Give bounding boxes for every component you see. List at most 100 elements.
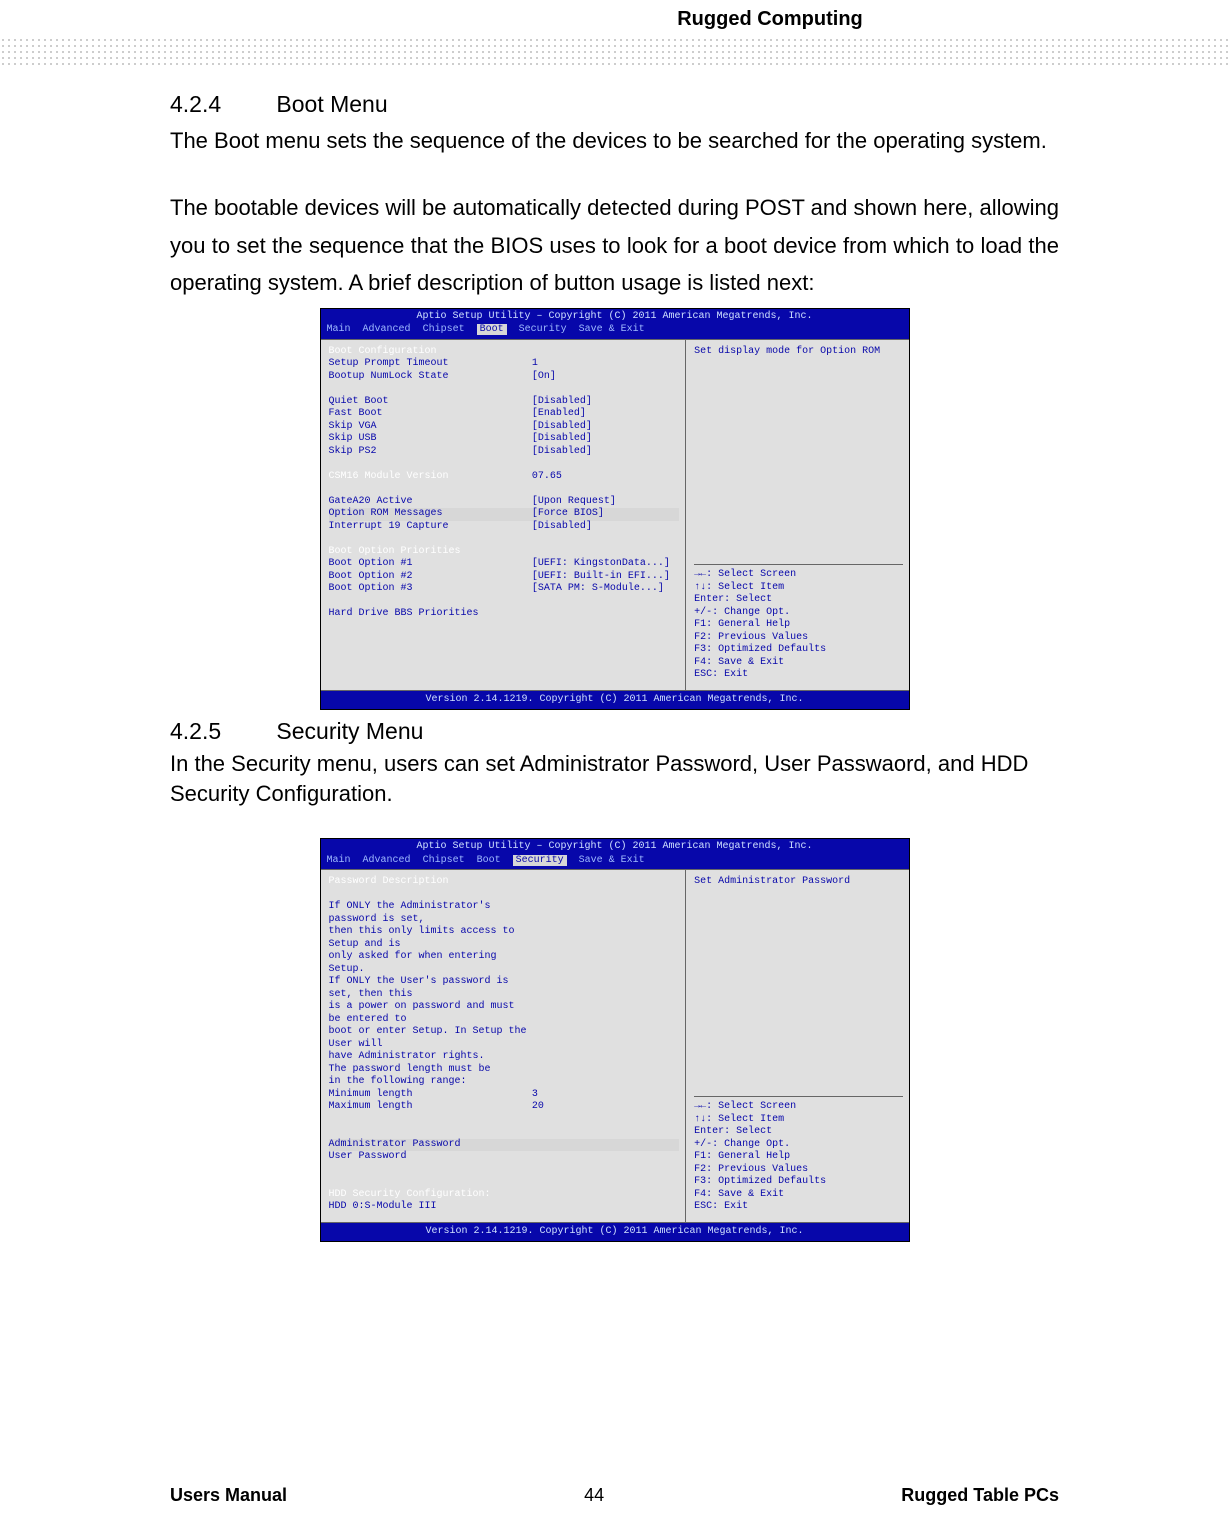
bios-row: Boot Configuration <box>329 346 680 359</box>
bios-title: Aptio Setup Utility – Copyright (C) 2011… <box>321 309 909 324</box>
header-stipple <box>0 37 1229 65</box>
bios-key <box>329 1114 532 1127</box>
tab-boot: Boot <box>477 855 501 866</box>
bios-value <box>532 1126 679 1139</box>
section-heading-security: 4.2.5 Security Menu <box>170 718 1059 745</box>
help-l1: →←: Select Screen <box>694 1101 902 1114</box>
bios-key: Interrupt 19 Capture <box>329 521 532 534</box>
bios-row: CSM16 Module Version07.65 <box>329 471 680 484</box>
bios-row <box>329 533 680 546</box>
bios-row: Boot Option #2[UEFI: Built-in EFI...] <box>329 571 680 584</box>
bios-value <box>532 383 679 396</box>
bios-help-top: Set display mode for Option ROM <box>694 346 902 359</box>
bios-key: Boot Option #1 <box>329 558 532 571</box>
bios-row: User Password <box>329 1151 680 1164</box>
bios-row: If ONLY the User's password is set, then… <box>329 976 680 1001</box>
section-num: 4.2.5 <box>170 718 270 745</box>
bios-key: GateA20 Active <box>329 496 532 509</box>
bios-key: Maximum length <box>329 1101 532 1114</box>
tab-advanced: Advanced <box>363 855 411 866</box>
help-l7: F3: Optimized Defaults <box>694 644 902 657</box>
bios-key <box>329 483 532 496</box>
bios-right-panel: Set Administrator Password →←: Select Sc… <box>685 870 908 1222</box>
bios-value <box>532 1176 679 1189</box>
bios-row: then this only limits access to Setup an… <box>329 926 680 951</box>
bios-row: Skip USB[Disabled] <box>329 433 680 446</box>
bios-key: have Administrator rights. <box>329 1051 532 1064</box>
bios-left-panel: Password Description If ONLY the Adminis… <box>321 870 686 1222</box>
tab-advanced: Advanced <box>363 324 411 335</box>
bios-row: Maximum length20 <box>329 1101 680 1114</box>
bios-row: GateA20 Active[Upon Request] <box>329 496 680 509</box>
section-num: 4.2.4 <box>170 91 270 118</box>
help-l1: →←: Select Screen <box>694 569 902 582</box>
section-heading-boot: 4.2.4 Boot Menu <box>170 91 1059 118</box>
bios-value: [Upon Request] <box>532 496 679 509</box>
bios-row: Fast Boot[Enabled] <box>329 408 680 421</box>
bios-help-top: Set Administrator Password <box>694 876 902 889</box>
bios-key: Quiet Boot <box>329 396 532 409</box>
bios-row: Skip PS2[Disabled] <box>329 446 680 459</box>
bios-value: 07.65 <box>532 471 679 484</box>
bios-help-keys: →←: Select Screen ↑↓: Select Item Enter:… <box>694 1092 902 1214</box>
help-l7: F3: Optimized Defaults <box>694 1176 902 1189</box>
tab-main: Main <box>327 324 351 335</box>
bios-value <box>532 1064 679 1077</box>
bios-value <box>532 1189 679 1202</box>
bios-row: only asked for when entering Setup. <box>329 951 680 976</box>
bios-key: Boot Configuration <box>329 346 532 359</box>
bios-value: [Disabled] <box>532 433 679 446</box>
bios-key: Password Description <box>329 876 532 889</box>
bios-value <box>532 1026 679 1051</box>
bios-value: [Disabled] <box>532 446 679 459</box>
help-l6: F2: Previous Values <box>694 632 902 645</box>
bios-value <box>532 1164 679 1177</box>
page-content: 4.2.4 Boot Menu The Boot menu sets the s… <box>0 65 1229 1242</box>
bios-value: [On] <box>532 371 679 384</box>
bios-value: 3 <box>532 1089 679 1102</box>
bios-key: Skip USB <box>329 433 532 446</box>
help-l4: +/-: Change Opt. <box>694 607 902 620</box>
bios-key: Option ROM Messages <box>329 508 532 521</box>
bios-key: only asked for when entering Setup. <box>329 951 532 976</box>
help-l8: F4: Save & Exit <box>694 657 902 670</box>
tab-security: Security <box>513 855 567 866</box>
bios-value <box>532 1051 679 1064</box>
help-l2: ↑↓: Select Item <box>694 1114 902 1127</box>
bios-value <box>532 546 679 559</box>
help-l8: F4: Save & Exit <box>694 1189 902 1202</box>
help-l2: ↑↓: Select Item <box>694 582 902 595</box>
help-l5: F1: General Help <box>694 619 902 632</box>
bios-row <box>329 483 680 496</box>
tab-save-exit: Save & Exit <box>579 324 645 335</box>
bios-row: Interrupt 19 Capture[Disabled] <box>329 521 680 534</box>
brand-header: Rugged Computing <box>600 0 940 37</box>
bios-value <box>532 1076 679 1089</box>
section2-para1: In the Security menu, users can set Admi… <box>170 749 1059 808</box>
footer-page-number: 44 <box>584 1485 604 1506</box>
tab-chipset: Chipset <box>423 324 465 335</box>
bios-row: Boot Option #1[UEFI: KingstonData...] <box>329 558 680 571</box>
page-footer: Users Manual 44 Rugged Table PCs <box>0 1485 1229 1506</box>
bios-footer: Version 2.14.1219. Copyright (C) 2011 Am… <box>321 691 909 710</box>
bios-key <box>329 596 532 609</box>
bios-title: Aptio Setup Utility – Copyright (C) 2011… <box>321 839 909 854</box>
tab-main: Main <box>327 855 351 866</box>
bios-value <box>532 608 679 621</box>
bios-key <box>329 533 532 546</box>
bios-key: Bootup NumLock State <box>329 371 532 384</box>
bios-key: Fast Boot <box>329 408 532 421</box>
bios-row <box>329 1176 680 1189</box>
bios-key: User Password <box>329 1151 532 1164</box>
tab-chipset: Chipset <box>423 855 465 866</box>
bios-help-keys: →←: Select Screen ↑↓: Select Item Enter:… <box>694 560 902 682</box>
bios-row: have Administrator rights. <box>329 1051 680 1064</box>
bios-value <box>532 1201 679 1214</box>
bios-value <box>532 533 679 546</box>
bios-value <box>532 1139 679 1152</box>
bios-value <box>532 901 679 926</box>
bios-row: Quiet Boot[Disabled] <box>329 396 680 409</box>
bios-footer: Version 2.14.1219. Copyright (C) 2011 Am… <box>321 1223 909 1242</box>
section-title: Security Menu <box>276 718 423 744</box>
bios-key: Minimum length <box>329 1089 532 1102</box>
